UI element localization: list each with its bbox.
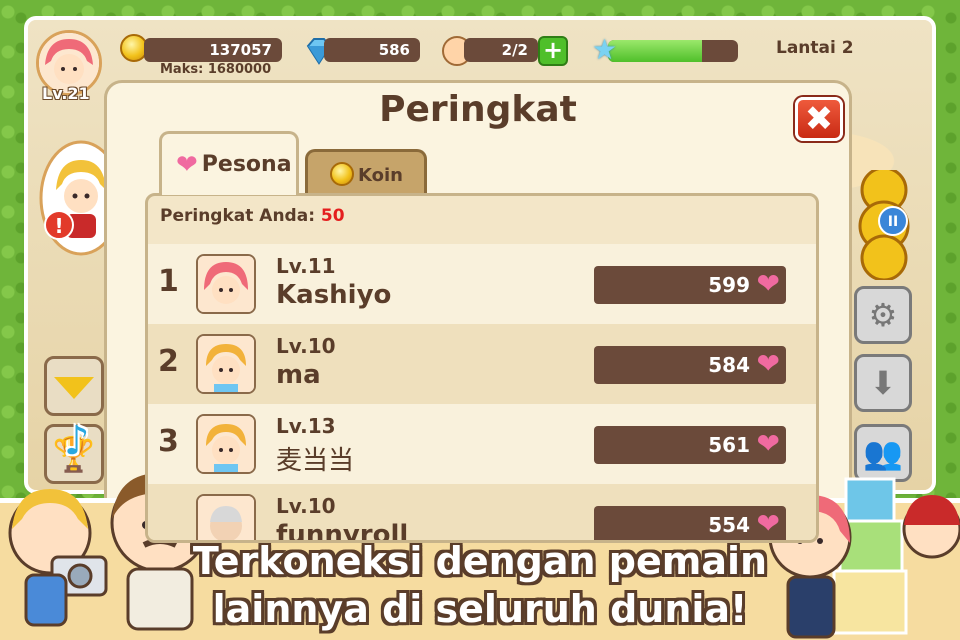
chevron-down-icon: [54, 377, 94, 399]
star-icon: ★: [592, 33, 618, 66]
score-bar: 554 ❤: [594, 506, 786, 540]
score-bar: 599 ❤: [594, 266, 786, 304]
heart-icon: ❤: [756, 347, 780, 380]
expand-menu-button[interactable]: [44, 356, 104, 416]
tab-charm[interactable]: ❤ Pesona: [159, 131, 299, 195]
heart-icon: ❤: [756, 427, 780, 460]
rank-number: 1: [158, 264, 179, 299]
your-rank-label: Peringkat Anda:: [160, 206, 315, 226]
rank-number: 3: [158, 424, 179, 459]
coin-max-label: Maks: 1680000: [160, 62, 272, 77]
ranking-panel[interactable]: Peringkat Anda: 50 1 Lv.11 Kashiyo 599 ❤…: [145, 193, 819, 543]
coin-icon: [330, 162, 354, 186]
player-name: funnyroll: [276, 520, 409, 543]
pause-button[interactable]: II: [878, 206, 908, 236]
download-box-icon: ⬇: [869, 364, 897, 402]
score-value: 584: [708, 353, 750, 377]
ranking-row[interactable]: 1 Lv.11 Kashiyo 599 ❤: [148, 244, 816, 324]
player-level: Lv.13: [276, 414, 336, 438]
xp-bar: [608, 40, 738, 62]
xp-bar-fill: [608, 40, 702, 62]
floor-label: Lantai 2: [776, 38, 854, 58]
score-value: 599: [708, 273, 750, 297]
tab-coins-label: Koin: [358, 165, 403, 186]
your-rank: Peringkat Anda: 50: [160, 206, 345, 226]
your-rank-value: 50: [320, 206, 345, 226]
player-level: Lv.10: [276, 494, 336, 518]
player-level: Lv.10: [276, 334, 336, 358]
settings-button[interactable]: ⚙: [854, 286, 912, 344]
modal-title: Peringkat: [379, 89, 577, 130]
player-name: ma: [276, 360, 321, 390]
tab-coins[interactable]: Koin: [305, 149, 427, 195]
alert-badge[interactable]: !: [44, 210, 74, 240]
score-value: 561: [708, 433, 750, 457]
player-name: Kashiyo: [276, 280, 392, 310]
heart-icon: ❤: [756, 507, 780, 540]
friends-button[interactable]: 👥: [854, 424, 912, 482]
player-avatar[interactable]: [196, 494, 256, 540]
people-icon: 👥: [863, 434, 903, 472]
gear-icon: ⚙: [868, 296, 898, 334]
player-name: 麦当当: [276, 446, 355, 476]
player-avatar[interactable]: [196, 414, 256, 474]
rank-number: 2: [158, 344, 179, 379]
worker-counter: 2/2: [464, 38, 538, 62]
music-note-icon-2: ♪: [64, 418, 90, 464]
heart-icon: ❤: [176, 150, 198, 180]
storage-button[interactable]: ⬇: [854, 354, 912, 412]
ranking-row[interactable]: Lv.10 funnyroll 554 ❤: [148, 484, 816, 543]
tab-charm-label: Pesona: [201, 152, 292, 177]
player-level: Lv.11: [276, 254, 336, 278]
score-bar: 561 ❤: [594, 426, 786, 464]
player-level: Lv.21: [42, 84, 90, 103]
score-bar: 584 ❤: [594, 346, 786, 384]
score-value: 554: [708, 513, 750, 537]
ranking-modal: Peringkat ✖ ❤ Pesona Koin Peringkat Anda:…: [104, 80, 852, 543]
coin-counter: 137057: [144, 38, 282, 62]
close-button[interactable]: ✖: [795, 97, 843, 141]
ranking-row[interactable]: 2 Lv.10 ma 584 ❤: [148, 324, 816, 404]
add-worker-button[interactable]: +: [538, 36, 568, 66]
heart-icon: ❤: [756, 267, 780, 300]
ranking-row[interactable]: 3 Lv.13 麦当当 561 ❤: [148, 404, 816, 484]
player-avatar[interactable]: [196, 334, 256, 394]
gem-counter: 586: [324, 38, 420, 62]
player-avatar[interactable]: [196, 254, 256, 314]
